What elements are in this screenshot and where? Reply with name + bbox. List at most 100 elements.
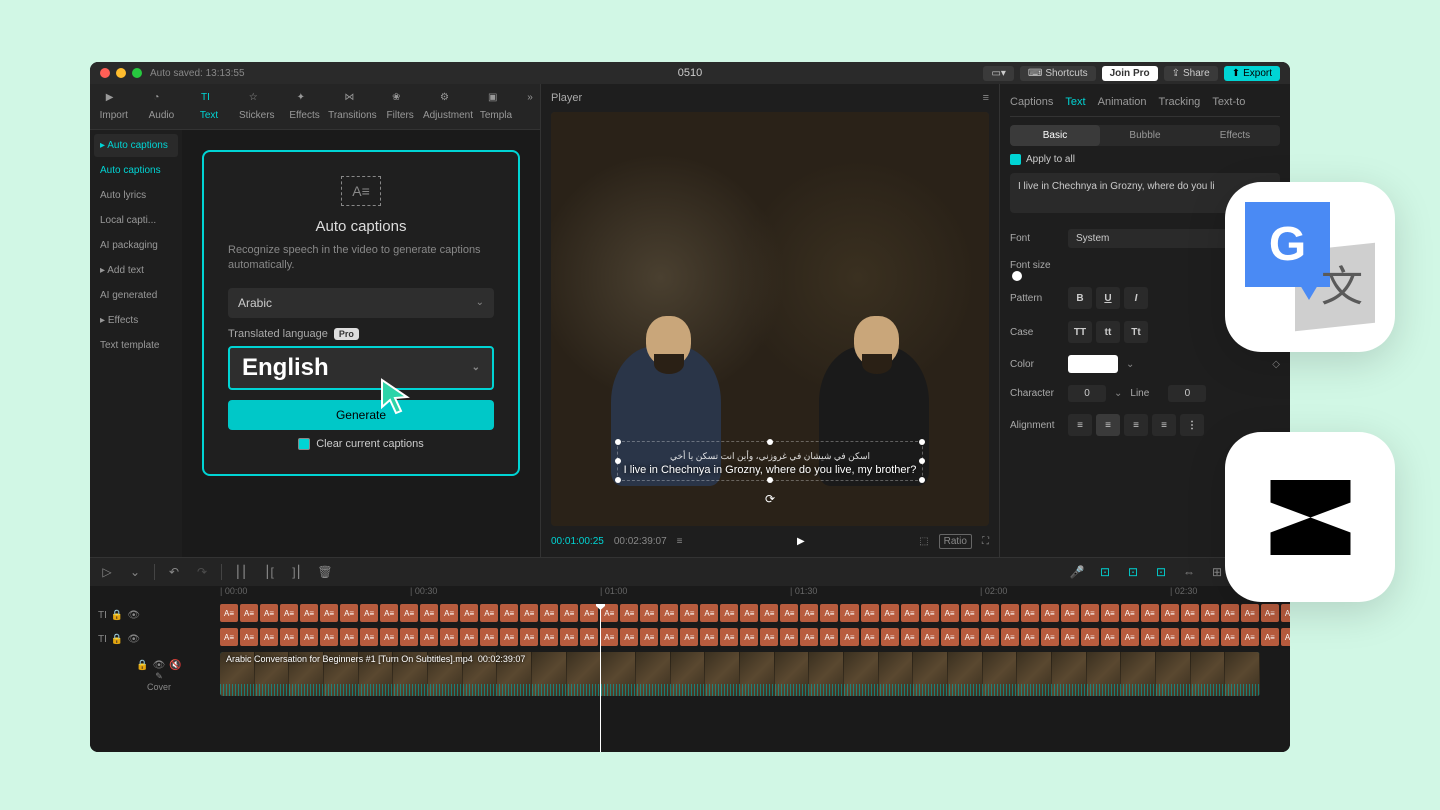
- mute-icon[interactable]: 🔇: [169, 660, 181, 671]
- case-title-button[interactable]: Tt: [1124, 321, 1148, 343]
- caption-clip[interactable]: A≡: [1221, 604, 1239, 622]
- caption-clip[interactable]: A≡: [500, 604, 518, 622]
- caption-clip[interactable]: A≡: [240, 628, 258, 646]
- split-tool-icon[interactable]: ⎮⎮: [232, 565, 250, 579]
- caption-clip[interactable]: A≡: [861, 604, 879, 622]
- caption-clip[interactable]: A≡: [921, 604, 939, 622]
- trim-left-icon[interactable]: ⎮[: [260, 565, 278, 579]
- caption-clip[interactable]: A≡: [740, 604, 758, 622]
- caption-clip[interactable]: A≡: [540, 604, 558, 622]
- caption-clip[interactable]: A≡: [820, 604, 838, 622]
- tab-captions[interactable]: Captions: [1010, 96, 1053, 108]
- caption-clip[interactable]: A≡: [1201, 604, 1219, 622]
- caption-clip[interactable]: A≡: [1101, 604, 1119, 622]
- undo-button[interactable]: ↶: [165, 565, 183, 579]
- subtab-bubble[interactable]: Bubble: [1100, 125, 1190, 146]
- select-dropdown-icon[interactable]: ⌄: [126, 565, 144, 579]
- caption-clip[interactable]: A≡: [1201, 628, 1219, 646]
- caption-clip[interactable]: A≡: [720, 628, 738, 646]
- shortcuts-button[interactable]: ⌨ Shortcuts: [1020, 66, 1096, 81]
- caption-clip[interactable]: A≡: [780, 628, 798, 646]
- caption-clip[interactable]: A≡: [840, 604, 858, 622]
- caption-clip[interactable]: A≡: [300, 628, 318, 646]
- minimize-window-button[interactable]: [116, 68, 126, 78]
- caption-clip[interactable]: A≡: [700, 604, 718, 622]
- color-picker[interactable]: [1068, 355, 1118, 373]
- source-language-select[interactable]: Arabic⌄: [228, 288, 494, 318]
- rotate-handle-icon[interactable]: ⟳: [765, 492, 775, 506]
- caption-clip[interactable]: A≡: [460, 604, 478, 622]
- video-preview[interactable]: اسكن في شيشان في غروزني، وأين انت تسكن ي…: [551, 112, 989, 526]
- caption-clip[interactable]: A≡: [1241, 628, 1259, 646]
- caption-clip[interactable]: A≡: [340, 628, 358, 646]
- align-left-button[interactable]: ≡: [1068, 414, 1092, 436]
- nav-local-captions[interactable]: Local capti...: [94, 209, 178, 232]
- caption-clip[interactable]: A≡: [400, 604, 418, 622]
- caption-clip[interactable]: A≡: [560, 628, 578, 646]
- caption-clip[interactable]: A≡: [420, 628, 438, 646]
- caption-clip[interactable]: A≡: [941, 604, 959, 622]
- caption-clip[interactable]: A≡: [800, 628, 818, 646]
- caption-clip[interactable]: A≡: [260, 628, 278, 646]
- close-window-button[interactable]: [100, 68, 110, 78]
- caption-clip[interactable]: A≡: [560, 604, 578, 622]
- caption-clip[interactable]: A≡: [881, 604, 899, 622]
- select-tool-icon[interactable]: ▷: [98, 565, 116, 579]
- tab-text[interactable]: TIText: [185, 88, 233, 125]
- caption-clip[interactable]: A≡: [260, 604, 278, 622]
- align-justify-button[interactable]: ≡: [1152, 414, 1176, 436]
- caption-clip[interactable]: A≡: [1021, 604, 1039, 622]
- caption-clip[interactable]: A≡: [1141, 604, 1159, 622]
- caption-clip[interactable]: A≡: [1281, 604, 1290, 622]
- caption-clip[interactable]: A≡: [360, 604, 378, 622]
- caption-clip[interactable]: A≡: [1261, 604, 1279, 622]
- caption-clip[interactable]: A≡: [480, 604, 498, 622]
- eye-icon[interactable]: 👁: [127, 610, 140, 621]
- layout-button[interactable]: ▭▾: [983, 66, 1013, 81]
- caption-clip[interactable]: A≡: [600, 628, 618, 646]
- caption-clip[interactable]: A≡: [1101, 628, 1119, 646]
- caption-clip[interactable]: A≡: [420, 604, 438, 622]
- lock-icon[interactable]: 🔒: [136, 660, 148, 671]
- italic-button[interactable]: I: [1124, 287, 1148, 309]
- list-toggle-icon[interactable]: ≡: [677, 536, 683, 547]
- timeline-tracks[interactable]: TI🔒👁 A≡A≡A≡A≡A≡A≡A≡A≡A≡A≡A≡A≡A≡A≡A≡A≡A≡A…: [90, 604, 1290, 752]
- caption-clip[interactable]: A≡: [760, 604, 778, 622]
- apply-all-checkbox[interactable]: Apply to all: [1010, 154, 1280, 165]
- nav-effects[interactable]: ▸ Effects: [94, 309, 178, 332]
- tab-animation[interactable]: Animation: [1098, 96, 1147, 108]
- caption-clip[interactable]: A≡: [1281, 628, 1290, 646]
- caption-clip[interactable]: A≡: [780, 604, 798, 622]
- caption-clip[interactable]: A≡: [1121, 604, 1139, 622]
- tab-more[interactable]: »: [520, 88, 540, 125]
- timeline-ruler[interactable]: | 00:00 | 00:30 | 01:00 | 01:30 | 02:00 …: [90, 586, 1290, 604]
- nav-auto-captions[interactable]: Auto captions: [94, 159, 178, 182]
- nav-add-text[interactable]: ▸ Add text: [94, 259, 178, 282]
- caption-clip[interactable]: A≡: [921, 628, 939, 646]
- caption-clip[interactable]: A≡: [1181, 604, 1199, 622]
- caption-clip[interactable]: A≡: [280, 628, 298, 646]
- snap-icon[interactable]: ⊞: [1208, 565, 1226, 579]
- tab-effects[interactable]: ✦Effects: [281, 88, 329, 125]
- caption-clip[interactable]: A≡: [640, 604, 658, 622]
- target-language-select[interactable]: English⌄: [228, 346, 494, 390]
- trim-right-icon[interactable]: ]⎮: [288, 565, 306, 579]
- caption-track-en[interactable]: TI🔒👁 A≡A≡A≡A≡A≡A≡A≡A≡A≡A≡A≡A≡A≡A≡A≡A≡A≡A…: [90, 604, 1290, 626]
- caption-clip[interactable]: A≡: [901, 628, 919, 646]
- caption-clip[interactable]: A≡: [981, 628, 999, 646]
- caption-clip[interactable]: A≡: [1021, 628, 1039, 646]
- expand-icon[interactable]: ⇔: [1180, 565, 1198, 579]
- redo-button[interactable]: ↷: [193, 565, 211, 579]
- caption-clip[interactable]: A≡: [1041, 604, 1059, 622]
- underline-button[interactable]: U: [1096, 287, 1120, 309]
- magnet-icon[interactable]: ⊡: [1096, 565, 1114, 579]
- maximize-window-button[interactable]: [132, 68, 142, 78]
- nav-text-template[interactable]: Text template: [94, 334, 178, 357]
- mic-icon[interactable]: 🎤: [1068, 565, 1086, 579]
- caption-clip[interactable]: A≡: [220, 628, 238, 646]
- tab-transitions[interactable]: ⋈Transitions: [328, 88, 376, 125]
- caption-clip[interactable]: A≡: [620, 604, 638, 622]
- align-vert-button[interactable]: ⋮: [1180, 414, 1204, 436]
- caption-clip[interactable]: A≡: [620, 628, 638, 646]
- tab-adjustment[interactable]: ⚙Adjustment: [424, 88, 472, 125]
